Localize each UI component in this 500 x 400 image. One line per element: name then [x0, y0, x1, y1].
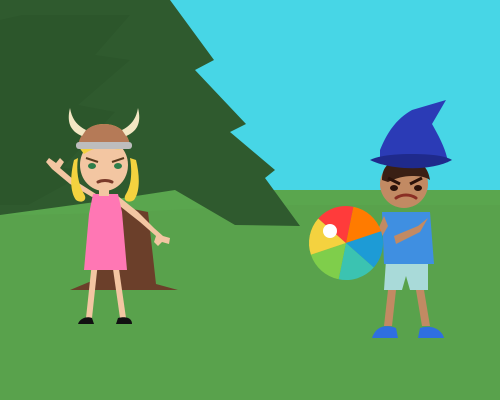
viking-helmet-band — [76, 142, 132, 149]
boy-right-eye — [414, 185, 422, 191]
illustration-scene — [0, 0, 500, 400]
boy-left-eye — [390, 185, 398, 191]
girl-right-eye — [114, 163, 122, 169]
beach-ball-cap — [323, 224, 337, 238]
girl-left-eye — [88, 163, 96, 169]
beach-ball — [309, 206, 383, 280]
